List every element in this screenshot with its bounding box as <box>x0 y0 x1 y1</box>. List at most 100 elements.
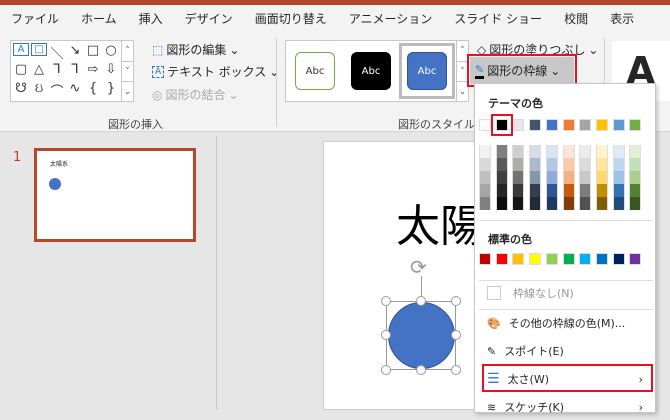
theme-shade-swatch[interactable] <box>562 171 575 184</box>
no-outline-item[interactable]: 枠線なし(N) <box>485 280 651 306</box>
more-outline-colors-item[interactable]: 🎨 その他の枠線の色(M)... <box>485 310 651 336</box>
theme-color-swatch[interactable] <box>529 119 542 131</box>
theme-shade-swatch[interactable] <box>612 171 625 184</box>
theme-shade-swatch[interactable] <box>629 184 642 197</box>
theme-shade-swatch[interactable] <box>479 197 491 210</box>
theme-shade-swatch[interactable] <box>629 171 642 184</box>
elbow-arrow-shape-icon[interactable]: ⅂ <box>67 62 83 77</box>
theme-color-swatch[interactable] <box>579 119 592 131</box>
style-option-selected[interactable]: Abc <box>407 52 447 90</box>
circle-shape[interactable] <box>388 302 455 369</box>
theme-shade-swatch[interactable] <box>495 158 508 171</box>
resize-handle[interactable] <box>451 330 461 340</box>
theme-shade-swatch[interactable] <box>529 158 542 171</box>
theme-shade-swatch[interactable] <box>479 184 491 197</box>
gallery-more-button[interactable]: ⌄ <box>121 81 133 102</box>
standard-color-swatch[interactable] <box>579 253 592 265</box>
tab-1[interactable]: ホーム <box>70 5 128 33</box>
rounded-rect-shape-icon[interactable]: ▢ <box>13 62 29 77</box>
text-box-shape-icon[interactable]: A <box>13 43 29 56</box>
theme-shade-swatch[interactable] <box>579 184 592 197</box>
resize-handle[interactable] <box>451 296 461 306</box>
theme-color-swatch[interactable] <box>595 119 608 131</box>
sketched-item[interactable]: ≋ スケッチ(K) › <box>485 394 651 420</box>
arc-shape-icon[interactable]: ⌒ <box>49 81 65 100</box>
theme-shade-swatch[interactable] <box>579 145 592 158</box>
theme-shade-swatch[interactable] <box>495 184 508 197</box>
theme-shade-swatch[interactable] <box>495 197 508 210</box>
theme-shade-swatch[interactable] <box>595 184 608 197</box>
left-brace-shape-icon[interactable]: { <box>85 81 101 96</box>
theme-shade-swatch[interactable] <box>579 158 592 171</box>
theme-shade-swatch[interactable] <box>562 145 575 158</box>
standard-color-swatch[interactable] <box>512 253 525 265</box>
gallery-up-button[interactable]: ˄ <box>121 41 133 61</box>
theme-shade-swatch[interactable] <box>562 197 575 210</box>
theme-shade-swatch[interactable] <box>512 184 525 197</box>
arrow-shape-icon[interactable]: ↘ <box>67 43 83 58</box>
tab-7[interactable]: 校閲 <box>553 5 599 33</box>
theme-shade-swatch[interactable] <box>512 171 525 184</box>
theme-shade-swatch[interactable] <box>579 171 592 184</box>
theme-shade-swatch[interactable] <box>495 171 508 184</box>
theme-shade-swatch[interactable] <box>479 171 491 184</box>
right-brace-shape-icon[interactable]: } <box>103 81 119 96</box>
vertical-text-box-shape-icon[interactable]: □ <box>31 43 47 56</box>
resize-handle[interactable] <box>381 330 391 340</box>
theme-shade-swatch[interactable] <box>629 158 642 171</box>
resize-handle[interactable] <box>451 365 461 375</box>
text-box-button[interactable]: A テキスト ボックス ⌄ <box>152 63 279 80</box>
tab-3[interactable]: デザイン <box>174 5 244 33</box>
theme-shade-swatch[interactable] <box>595 171 608 184</box>
theme-shade-swatch[interactable] <box>529 171 542 184</box>
theme-shade-swatch[interactable] <box>579 197 592 210</box>
tab-8[interactable]: 表示 <box>599 5 645 33</box>
theme-shade-swatch[interactable] <box>612 197 625 210</box>
eyedropper-item[interactable]: ✎ スポイト(E) <box>485 338 651 364</box>
shapes-gallery[interactable]: A □ ＼ ↘ □ ○ ▢ △ ⅂ ⅂ ⇨ ⇩ ☋ ઇ ⌒ ∿{} ˄ ˅ ⌄ <box>10 40 134 102</box>
standard-color-swatch[interactable] <box>562 253 575 265</box>
rectangle-shape-icon[interactable]: □ <box>85 43 101 58</box>
resize-handle[interactable] <box>416 365 426 375</box>
theme-shade-swatch[interactable] <box>512 145 525 158</box>
tab-4[interactable]: 画面切り替え <box>244 5 338 33</box>
curve-shape-icon[interactable]: ∿ <box>67 81 83 96</box>
standard-color-swatch[interactable] <box>545 253 558 265</box>
theme-shade-swatch[interactable] <box>562 184 575 197</box>
style-option[interactable]: Abc <box>351 52 391 90</box>
standard-color-swatch[interactable] <box>629 253 642 265</box>
theme-shade-swatch[interactable] <box>545 145 558 158</box>
theme-shade-swatch[interactable] <box>529 197 542 210</box>
theme-shade-swatch[interactable] <box>629 197 642 210</box>
style-option[interactable]: Abc <box>295 52 335 90</box>
theme-shade-swatch[interactable] <box>495 145 508 158</box>
theme-shade-swatch[interactable] <box>612 158 625 171</box>
tab-0[interactable]: ファイル <box>0 5 70 33</box>
slide-thumbnail[interactable]: 太陽系 <box>34 148 196 242</box>
standard-color-swatch[interactable] <box>495 253 508 265</box>
resize-handle[interactable] <box>416 296 426 306</box>
standard-color-swatch[interactable] <box>529 253 542 265</box>
theme-shade-swatch[interactable] <box>479 158 491 171</box>
right-arrow-shape-icon[interactable]: ⇨ <box>85 62 101 77</box>
theme-shade-swatch[interactable] <box>562 158 575 171</box>
scribble-shape-icon[interactable]: ઇ <box>31 81 47 96</box>
standard-color-swatch[interactable] <box>595 253 608 265</box>
theme-shade-swatch[interactable] <box>512 197 525 210</box>
theme-shade-swatch[interactable] <box>595 145 608 158</box>
theme-shade-swatch[interactable] <box>545 158 558 171</box>
gallery-down-button[interactable]: ˅ <box>121 61 133 81</box>
theme-color-swatch[interactable] <box>562 119 575 131</box>
slide-title[interactable]: 太陽 <box>396 190 474 254</box>
theme-color-swatch[interactable] <box>629 119 642 131</box>
theme-color-swatch[interactable] <box>545 119 558 131</box>
resize-handle[interactable] <box>381 296 391 306</box>
edit-shape-button[interactable]: ⬚ 図形の編集 ⌄ <box>152 41 239 58</box>
theme-color-swatch[interactable] <box>512 119 525 131</box>
merge-shapes-button[interactable]: ◎ 図形の結合 ⌄ <box>152 86 239 103</box>
elbow-shape-icon[interactable]: ⅂ <box>49 62 65 77</box>
shape-styles-gallery[interactable]: Abc Abc Abc ˄ ˅ ⌄ <box>285 40 469 102</box>
theme-shade-swatch[interactable] <box>545 171 558 184</box>
theme-shade-swatch[interactable] <box>595 197 608 210</box>
theme-shade-swatch[interactable] <box>479 145 491 158</box>
